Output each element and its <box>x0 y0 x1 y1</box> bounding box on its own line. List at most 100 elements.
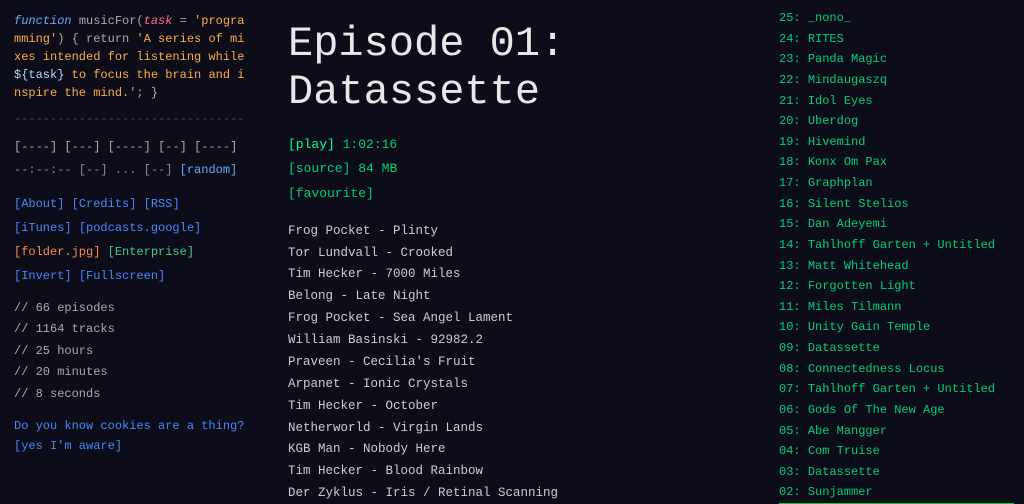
playlist-num: 12: <box>779 279 808 293</box>
playlist-item[interactable]: 04: Com Truise <box>779 441 1014 462</box>
nav-row2: --:--:-- [--] ... [--] [random] <box>14 159 256 182</box>
track-item[interactable]: Tim Hecker - 7000 Miles <box>288 264 751 286</box>
middle-panel: Episode 01: Datassette [play] 1:02:16 [s… <box>270 0 769 504</box>
code-equals: = <box>172 14 194 28</box>
podcasts-link[interactable]: [podcasts.google] <box>79 221 201 235</box>
playlist-item[interactable]: 06: Gods Of The New Age <box>779 400 1014 421</box>
playlist-item[interactable]: 11: Miles Tilmann <box>779 297 1014 318</box>
episode-meta: [play] 1:02:16 [source] 84 MB [favourite… <box>288 133 751 207</box>
stat-tracks: // 1164 tracks <box>14 319 256 341</box>
left-panel: function musicFor(task = 'programming') … <box>0 0 270 504</box>
playlist-title: Uberdog <box>808 114 858 128</box>
playlist-num: 08: <box>779 362 808 376</box>
keyword-function: function <box>14 14 72 28</box>
playlist-item[interactable]: 08: Connectedness Locus <box>779 359 1014 380</box>
code-close: ; } <box>136 86 158 100</box>
playlist-title: Panda Magic <box>808 52 887 66</box>
fullscreen-link[interactable]: [Fullscreen] <box>79 269 165 283</box>
track-item[interactable]: Frog Pocket - Plinty <box>288 221 751 243</box>
playlist-item[interactable]: 19: Hivemind <box>779 132 1014 153</box>
track-item[interactable]: Praveen - Cecilia's Fruit <box>288 352 751 374</box>
playlist-item[interactable]: 05: Abe Mangger <box>779 421 1014 442</box>
right-panel: 25: _nono_24: RITES23: Panda Magic22: Mi… <box>769 0 1024 504</box>
playlist-title: Graphplan <box>808 176 873 190</box>
track-item[interactable]: Netherworld - Virgin Lands <box>288 418 751 440</box>
nav-btn-3[interactable]: [----] <box>108 140 151 154</box>
episode-title: Episode 01: Datassette <box>288 20 751 117</box>
track-item[interactable]: KGB Man - Nobody Here <box>288 439 751 461</box>
stats-section: // 66 episodes // 1164 tracks // 25 hour… <box>14 298 256 406</box>
code-block: function musicFor(task = 'programming') … <box>14 12 256 102</box>
playlist-title: Tahlhoff Garten + Untitled <box>808 238 995 252</box>
itunes-link[interactable]: [iTunes] <box>14 221 72 235</box>
favourite-btn[interactable]: [favourite] <box>288 186 374 201</box>
track-item[interactable]: Frog Pocket - Sea Angel Lament <box>288 308 751 330</box>
playlist-item[interactable]: 22: Mindaugaszq <box>779 70 1014 91</box>
track-item[interactable]: Belong - Late Night <box>288 286 751 308</box>
playlist-num: 16: <box>779 197 808 211</box>
playlist-item[interactable]: 23: Panda Magic <box>779 49 1014 70</box>
playlist-title: Abe Mangger <box>808 424 887 438</box>
playlist-item[interactable]: 16: Silent Stelios <box>779 194 1014 215</box>
playlist-num: 02: <box>779 485 808 499</box>
links-row1: [About] [Credits] [RSS] <box>14 192 256 216</box>
playlist-title: Com Truise <box>808 444 880 458</box>
nav-btn-1[interactable]: [----] <box>14 140 57 154</box>
playlist-num: 25: <box>779 11 808 25</box>
playlist-item[interactable]: 13: Matt Whitehead <box>779 256 1014 277</box>
cookie-yes-link[interactable]: [yes I'm aware] <box>14 436 256 456</box>
playlist-item[interactable]: 09: Datassette <box>779 338 1014 359</box>
playlist-num: 10: <box>779 320 808 334</box>
nav-btn-2[interactable]: [---] <box>64 140 100 154</box>
stat-minutes: // 20 minutes <box>14 362 256 384</box>
folder-link[interactable]: [folder.jpg] <box>14 245 100 259</box>
credits-link[interactable]: [Credits] <box>72 197 137 211</box>
about-link[interactable]: [About] <box>14 197 64 211</box>
playlist-num: 09: <box>779 341 808 355</box>
playlist-item[interactable]: 07: Tahlhoff Garten + Untitled <box>779 379 1014 400</box>
playlist-title: Connectedness Locus <box>808 362 945 376</box>
playlist-num: 03: <box>779 465 808 479</box>
playlist-item[interactable]: 24: RITES <box>779 29 1014 50</box>
playlist-item[interactable]: 18: Konx Om Pax <box>779 152 1014 173</box>
play-button[interactable]: [play] <box>288 137 335 152</box>
nav-btn-5[interactable]: [----] <box>194 140 237 154</box>
playlist-num: 04: <box>779 444 808 458</box>
playlist-item[interactable]: 21: Idol Eyes <box>779 91 1014 112</box>
playlist-num: 23: <box>779 52 808 66</box>
playlist-num: 14: <box>779 238 808 252</box>
nav-btn-4[interactable]: [--] <box>158 140 187 154</box>
playlist-item[interactable]: 17: Graphplan <box>779 173 1014 194</box>
playlist-item[interactable]: 14: Tahlhoff Garten + Untitled <box>779 235 1014 256</box>
playlist-num: 24: <box>779 32 808 46</box>
track-item[interactable]: Der Zyklus - Iris / Retinal Scanning <box>288 483 751 504</box>
track-item[interactable]: Tor Lundvall - Crooked <box>288 243 751 265</box>
playlist-num: 13: <box>779 259 808 273</box>
playlist-item[interactable]: 25: _nono_ <box>779 8 1014 29</box>
playlist-item[interactable]: 20: Uberdog <box>779 111 1014 132</box>
track-item[interactable]: Arpanet - Ionic Crystals <box>288 374 751 396</box>
playlist-title: Hivemind <box>808 135 866 149</box>
playlist-title: Gods Of The New Age <box>808 403 945 417</box>
playlist-item[interactable]: 02: Sunjammer <box>779 482 1014 503</box>
track-item[interactable]: Tim Hecker - October <box>288 396 751 418</box>
random-btn[interactable]: [random] <box>180 163 238 177</box>
stat-hours: // 25 hours <box>14 341 256 363</box>
playlist-title: Idol Eyes <box>808 94 873 108</box>
track-item[interactable]: Tim Hecker - Blood Rainbow <box>288 461 751 483</box>
playlist-item[interactable]: 03: Datassette <box>779 462 1014 483</box>
playlist-item[interactable]: 15: Dan Adeyemi <box>779 214 1014 235</box>
track-item[interactable]: William Basinski - 92982.2 <box>288 330 751 352</box>
playlist-item[interactable]: 12: Forgotten Light <box>779 276 1014 297</box>
links-row4: [Invert] [Fullscreen] <box>14 264 256 288</box>
play-row: [play] 1:02:16 <box>288 133 751 158</box>
source-label[interactable]: [source] <box>288 161 350 176</box>
divider: -------------------------------- <box>14 112 256 126</box>
playlist-item[interactable]: 10: Unity Gain Temple <box>779 317 1014 338</box>
code-paren: ) { return <box>57 32 136 46</box>
rss-link[interactable]: [RSS] <box>144 197 180 211</box>
episode-title-line2: Datassette <box>288 68 751 116</box>
enterprise-link[interactable]: [Enterprise] <box>108 245 194 259</box>
invert-link[interactable]: [Invert] <box>14 269 72 283</box>
nav-buttons: [----] [---] [----] [--] [----] --:--:--… <box>14 136 256 182</box>
